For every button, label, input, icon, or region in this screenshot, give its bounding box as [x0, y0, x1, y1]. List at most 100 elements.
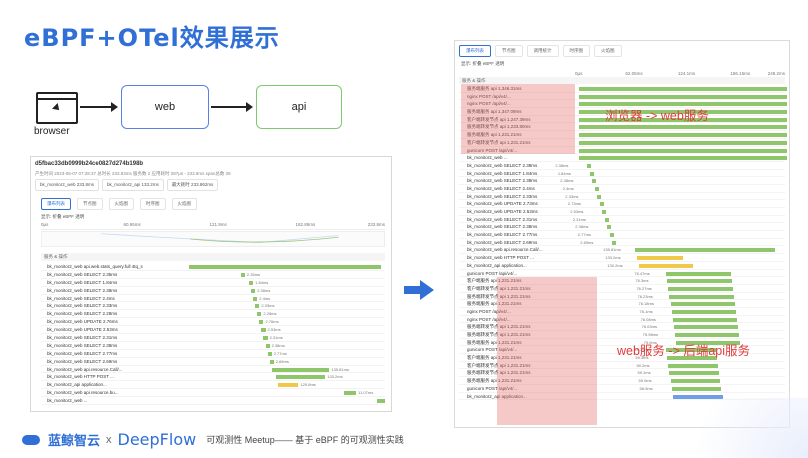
- table-row[interactable]: bk_monitor2_web SELECT 1.84ms 1.84ms: [41, 279, 385, 287]
- table-row[interactable]: bk_monitor2_web SELECT 2.38ms 2.38ms: [459, 223, 785, 232]
- left-trace-screenshot: d5fbac33db0999b24ce0827d274b198b 产生时间 20…: [30, 156, 392, 412]
- table-row[interactable]: bk_monitor2_web SELECT 2.69ms 2.69ms: [41, 358, 385, 366]
- tab-flame[interactable]: 火焰图: [108, 198, 134, 210]
- span-bar: [579, 94, 787, 99]
- axis-tick: 60.95ms: [123, 222, 141, 227]
- span-name: bk_monitor2_web SELECT 2.38ms: [47, 287, 118, 293]
- table-row[interactable]: bk_monitor2_web SELECT 1.84ms 1.84ms: [459, 170, 785, 178]
- span-name: bk_monitor2_web SELECT 2.69ms: [467, 239, 538, 245]
- span-duration: 2.38ms: [575, 224, 589, 230]
- table-row[interactable]: bk_monitor2_web api.resource.Call/... 135…: [41, 366, 385, 374]
- span-bar: [189, 265, 381, 269]
- service-card[interactable]: 最大耗时 233.862ms: [166, 179, 219, 191]
- span-bar: [269, 359, 274, 364]
- trace-id: d5fbac33db0999b24ce0827d274b198b: [35, 161, 144, 167]
- table-row[interactable]: bk_monitor2_web SELECT 2.77ms 2.77ms: [41, 350, 385, 358]
- axis-tick: 0μs: [575, 71, 583, 76]
- table-row[interactable]: bk_monitor2_api application... 129.8ms: [41, 381, 385, 390]
- highlight-web-api: [497, 277, 597, 425]
- table-row[interactable]: bk_monitor2_web SELECT 2.38ms 2.38ms: [459, 162, 785, 170]
- table-row[interactable]: bk_monitor2_web api.web.stats_query.full…: [41, 263, 385, 271]
- table-row[interactable]: bk_monitor2_web SELECT 2.4ms 2.4ms: [41, 295, 385, 303]
- span-name: bk_monitor2_web HTTP POST ...: [47, 374, 114, 380]
- span-duration: 2.69ms: [580, 239, 594, 245]
- span-name: bk_monitor2_web HTTP POST ...: [467, 255, 534, 261]
- span-bar: [251, 288, 256, 293]
- annotation-browser-web: 浏览器 -> web服务: [605, 109, 709, 123]
- table-row[interactable]: bk_monitor2_web UPDATE 2.53ms 2.53ms: [459, 208, 785, 216]
- table-row[interactable]: bk_monitor2_web SELECT 2.28ms 2.28ms: [41, 310, 385, 319]
- table-row[interactable]: bk_monitor2_web ...: [459, 154, 787, 162]
- span-rows: bk_monitor2_web api.web.stats_query.full…: [41, 263, 385, 406]
- table-row[interactable]: bk_monitor2_web HTTP POST ... 133.2ms: [459, 254, 785, 262]
- span-bar: [592, 179, 597, 184]
- table-row[interactable]: bk_monitor2_web SELECT 2.4ms 2.4ms: [459, 185, 785, 193]
- service-card[interactable]: bk_monitor2_api 133.2ms: [102, 179, 164, 191]
- span-name: bk_monitor2_web ...: [47, 398, 88, 404]
- span-name: bk_monitor2_web SELECT 2.31ms: [467, 216, 538, 222]
- tab-timing[interactable]: 时序图: [562, 45, 590, 57]
- trace-minimap[interactable]: [41, 231, 385, 247]
- tab-stats[interactable]: 调用统计: [526, 45, 559, 57]
- tab-node[interactable]: 节点图: [495, 45, 523, 57]
- span-name: bk_monitor2_web api.resource.Call/...: [47, 366, 123, 372]
- table-row[interactable]: bk_monitor2_web SELECT 2.69ms 2.69ms: [459, 239, 785, 247]
- table-row[interactable]: bk_monitor2_web SELECT 2.77ms 2.77ms: [459, 231, 785, 239]
- service-card[interactable]: bk_monitor2_web 233.8ms: [35, 179, 100, 191]
- table-row[interactable]: bk_monitor2_web ...: [41, 397, 385, 406]
- table-row[interactable]: bk_monitor2_web SELECT 2.33ms 2.33ms: [459, 193, 785, 201]
- span-bar: [597, 194, 602, 199]
- span-bar: [240, 272, 245, 277]
- axis-tick: 121.9ms: [209, 222, 227, 227]
- span-duration: 2.38ms: [257, 287, 271, 293]
- span-duration: 2.53ms: [570, 209, 584, 214]
- view-tabs: 瀑布列表 节点图 火焰图 时序图 火焰图: [41, 198, 197, 210]
- table-row[interactable]: bk_monitor2_web HTTP POST ... 133.2ms: [41, 373, 385, 382]
- table-row[interactable]: bk_monitor2_api application... 130.2ms: [459, 262, 785, 270]
- span-bar: [265, 343, 270, 348]
- browser-label: browser: [34, 126, 70, 137]
- display-options[interactable]: 显示: 折叠 eBPF 透明: [41, 214, 84, 220]
- table-row[interactable]: bk_monitor2_web UPDATE 2.53ms 2.53ms: [41, 326, 385, 335]
- span-name: bk_monitor2_web SELECT 2.33ms: [467, 193, 538, 199]
- span-name: bk_monitor2_web api.resource.bu...: [47, 390, 119, 396]
- span-name: bk_monitor2_web SELECT 2.69ms: [47, 358, 118, 364]
- tab-flame-2[interactable]: 火焰图: [171, 198, 197, 210]
- span-duration: 2.38ms: [555, 162, 569, 168]
- span-bar: [277, 383, 299, 388]
- table-row[interactable]: bk_monitor2_web UPDATE 2.73ms 2.73ms: [459, 200, 785, 208]
- table-row[interactable]: bk_monitor2_web SELECT 2.38ms 2.38ms: [41, 287, 385, 295]
- table-row[interactable]: bk_monitor2_web SELECT 2.31ms 2.31ms: [459, 216, 785, 224]
- tab-waterfall[interactable]: 瀑布列表: [41, 198, 71, 210]
- span-duration: 2.33ms: [261, 303, 275, 309]
- table-row[interactable]: bk_monitor2_web api.resource.Call/... 135…: [459, 246, 785, 255]
- span-duration: 76.03ms: [641, 324, 657, 330]
- span-bar: [261, 328, 266, 333]
- deepflow-logo: DeepFlow: [117, 430, 197, 449]
- span-duration: 135.81ms: [603, 247, 621, 253]
- span-bar: [253, 296, 258, 301]
- span-bar: [579, 156, 787, 161]
- span-duration: 2.53ms: [267, 327, 281, 333]
- span-bar: [602, 210, 607, 214]
- table-row[interactable]: bk_monitor2_web SELECT 2.35ms 2.35ms: [41, 271, 385, 279]
- axis-tick: 124.1ms: [677, 71, 696, 76]
- table-row[interactable]: bk_monitor2_web SELECT 2.38ms 2.38ms: [459, 177, 785, 185]
- table-row[interactable]: bk_monitor2_web api.resource.bu... 11.07m…: [41, 389, 385, 398]
- span-duration: 11.07ms: [358, 390, 374, 396]
- axis-tick: 248.2ms: [767, 71, 785, 76]
- span-duration: 58.9ms: [639, 385, 653, 391]
- tab-timing[interactable]: 时序图: [140, 198, 166, 210]
- table-row[interactable]: bk_monitor2_web SELECT 2.31ms 2.31ms: [41, 334, 385, 342]
- trace-meta: 产生时间 2023-06-07 07:28:37 总时长 233.83ms 服务…: [35, 171, 231, 176]
- tab-node[interactable]: 节点图: [77, 198, 103, 210]
- display-options[interactable]: 显示: 折叠 eBPF 透明: [461, 61, 504, 67]
- tab-waterfall[interactable]: 瀑布列表: [459, 45, 491, 57]
- arrow-web-to-api: [211, 102, 253, 112]
- table-row[interactable]: bk_monitor2_web UPDATE 2.76ms 2.76ms: [41, 318, 385, 327]
- span-duration: 2.69ms: [275, 358, 289, 364]
- table-row[interactable]: bk_monitor2_web SELECT 2.33ms 2.33ms: [41, 302, 385, 311]
- tab-flame[interactable]: 火焰图: [594, 45, 622, 57]
- table-row[interactable]: bk_monitor2_web SELECT 2.38ms 2.38ms: [41, 342, 385, 350]
- span-duration: 133.2ms: [605, 255, 621, 261]
